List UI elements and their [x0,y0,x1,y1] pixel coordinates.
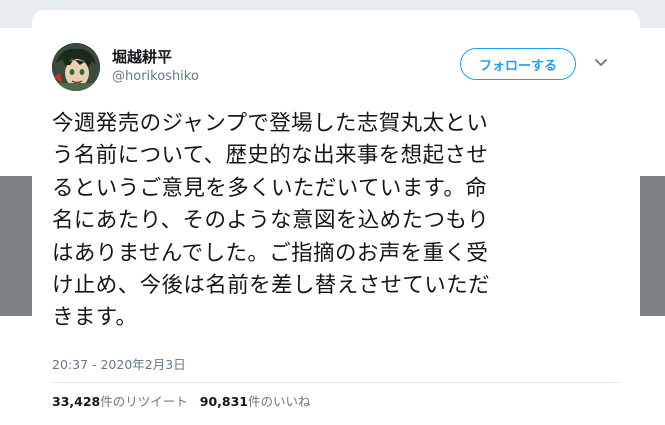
retweets-stat[interactable]: 33,428件のリツイート [52,391,188,410]
follow-button[interactable]: フォローする [460,48,576,80]
avatar-illustration-icon [52,43,100,91]
likes-count: 90,831 [199,394,249,409]
tweet-stats: 33,428件のリツイート 90,831件のいいね [52,391,311,410]
tweet-text-line: きます。 [52,305,138,331]
likes-label: 件のいいね [248,394,311,409]
retweets-count: 33,428 [52,394,101,409]
tweet-text-line: 今週発売のジャンプで登場した志賀丸太とい [52,111,489,136]
chevron-down-icon[interactable] [594,58,608,68]
tweet-timestamp[interactable]: 20:37 - 2020年2月3日 [52,354,186,373]
tweet-text-line: け止め、今後は名前を差し替えさせていただ [52,273,491,299]
tweet-card: 堀越耕平 @horikoshiko フォローする 今週発売のジャンプで登場した志… [32,10,640,425]
tweet-text: 今週発売のジャンプで登場した志賀丸太とい う名前について、歴史的な出来事を想起さ… [52,108,624,335]
author-avatar[interactable] [52,43,100,91]
author-display-name[interactable]: 堀越耕平 [112,46,172,67]
divider [52,382,620,383]
tweet-text-line: はありませんでした。ご指摘のお声を重く受 [52,240,489,266]
author-handle[interactable]: @horikoshiko [112,69,199,84]
tweet-text-line: るというご意見を多くいただいています。命 [52,175,488,201]
tweet-text-line: う名前について、歴史的な出来事を想起させ [52,143,489,169]
tweet-text-line: 名にあたり、そのような意図を込めたつもり [52,208,490,234]
likes-stat[interactable]: 90,831件のいいね [200,391,311,410]
retweets-label: 件のリツイート [100,394,188,409]
